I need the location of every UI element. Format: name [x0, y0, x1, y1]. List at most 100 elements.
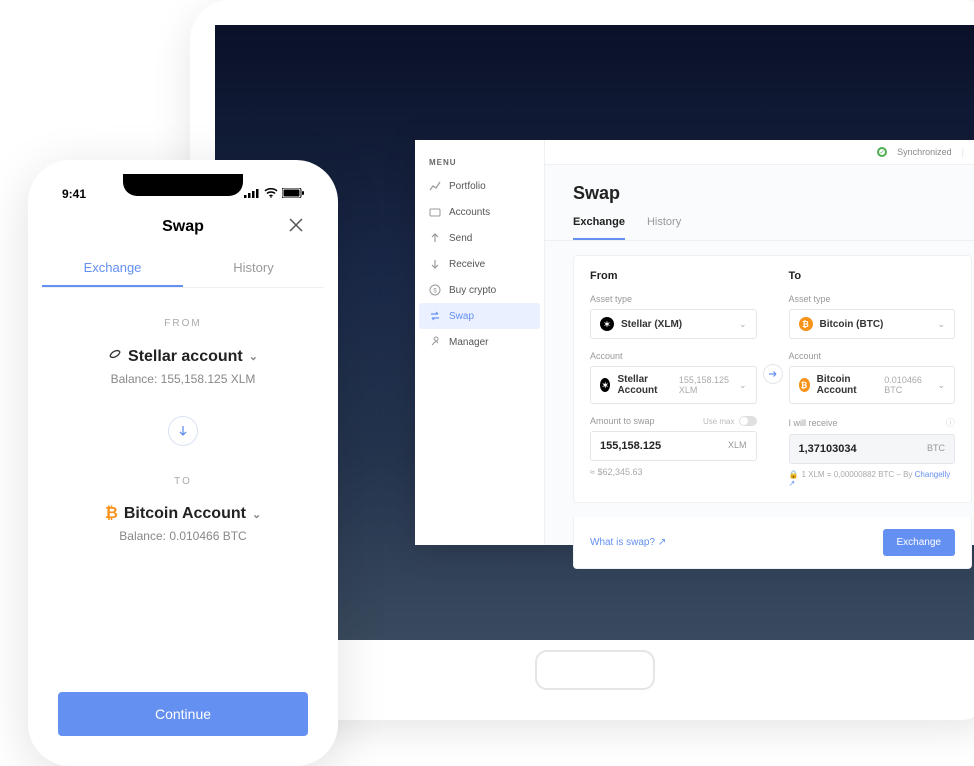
use-max-toggle[interactable]: Use max: [703, 416, 757, 426]
from-amount-unit: XLM: [728, 440, 747, 452]
from-asset-label: Asset type: [590, 294, 757, 304]
exchange-button[interactable]: Exchange: [883, 529, 955, 556]
battery-icon: [282, 187, 304, 201]
bitcoin-icon: ₿: [799, 317, 813, 331]
sync-status: Synchronized: [897, 147, 952, 157]
sidebar: MENU Portfolio Accounts: [415, 140, 545, 545]
sidebar-menu-title: MENU: [415, 148, 544, 173]
close-button[interactable]: [288, 216, 304, 239]
from-account-name: Stellar account: [128, 348, 243, 366]
sidebar-item-label: Manager: [449, 337, 488, 348]
wrench-icon: [429, 336, 441, 348]
phone-tabs: Exchange History: [42, 250, 324, 288]
swap-footer: What is swap? ↗ Exchange: [573, 517, 972, 569]
phone-tab-history[interactable]: History: [183, 250, 324, 287]
main-area: ✓ Synchronized | Swap Exchange History F…: [545, 140, 974, 545]
chevron-down-icon: ⌄: [937, 380, 945, 391]
lock-icon: 🔒: [789, 470, 799, 479]
to-account-selector[interactable]: ₿ Bitcoin Account ⌄: [62, 505, 304, 523]
continue-button[interactable]: Continue: [58, 692, 308, 736]
swap-icon: [429, 310, 441, 322]
chevron-down-icon: ⌄: [739, 319, 747, 330]
to-label: TO: [62, 476, 304, 487]
to-heading: To: [789, 270, 956, 282]
status-time: 9:41: [62, 187, 86, 201]
sync-check-icon: ✓: [877, 147, 887, 157]
topbar: ✓ Synchronized |: [545, 140, 974, 165]
bitcoin-icon: ₿: [105, 505, 118, 523]
sidebar-item-portfolio[interactable]: Portfolio: [415, 173, 544, 199]
from-amount-input[interactable]: 155,158.125 XLM: [590, 431, 757, 461]
to-account-balance: 0.010466 BTC: [884, 375, 930, 395]
stellar-icon: ✶: [600, 317, 614, 331]
swap-divider: [62, 416, 304, 446]
to-balance: Balance: 0.010466 BTC: [62, 529, 304, 543]
chevron-down-icon: ⌄: [249, 350, 258, 363]
receive-unit: BTC: [927, 443, 945, 455]
phone-body: FROM Stellar account ⌄ Balance: 155,158.…: [42, 288, 324, 543]
swap-to-column: To Asset type ₿ Bitcoin (BTC) ⌄ Account …: [773, 256, 972, 502]
from-asset-selector[interactable]: ✶ Stellar (XLM) ⌄: [590, 309, 757, 339]
chevron-down-icon: ⌄: [937, 319, 945, 330]
from-amount-label: Amount to swap: [590, 416, 655, 426]
sidebar-item-receive[interactable]: Receive: [415, 251, 544, 277]
use-max-label: Use max: [703, 417, 735, 426]
receive-icon: [429, 258, 441, 270]
sidebar-item-label: Send: [449, 233, 472, 244]
app-window: MENU Portfolio Accounts: [415, 140, 974, 545]
signal-icon: [244, 187, 260, 201]
from-balance: Balance: 155,158.125 XLM: [62, 372, 304, 386]
from-account-label: Account: [590, 351, 757, 361]
from-account-selector[interactable]: Stellar account ⌄: [62, 347, 304, 366]
receive-label: I will receive: [789, 418, 838, 428]
chevron-down-icon: ⌄: [252, 508, 261, 521]
external-link-icon: ↗: [658, 537, 666, 548]
sidebar-item-send[interactable]: Send: [415, 225, 544, 251]
external-link-icon: ↗: [789, 479, 796, 488]
sidebar-item-buy-crypto[interactable]: $ Buy crypto: [415, 277, 544, 303]
sidebar-item-label: Accounts: [449, 207, 490, 218]
chevron-down-icon: ⌄: [739, 380, 747, 391]
exchange-rate: 🔒1 XLM = 0,00000882 BTC – By Changelly ↗: [789, 470, 956, 488]
info-icon[interactable]: ⓘ: [946, 416, 955, 429]
from-account-value: Stellar Account: [617, 374, 671, 396]
sidebar-item-label: Portfolio: [449, 181, 486, 192]
wifi-icon: [264, 187, 278, 201]
receive-value: 1,37103034: [799, 443, 857, 455]
desktop-tabs: Exchange History: [545, 216, 974, 241]
to-asset-selector[interactable]: ₿ Bitcoin (BTC) ⌄: [789, 309, 956, 339]
from-label: FROM: [62, 318, 304, 329]
to-account-selector[interactable]: ₿ Bitcoin Account 0.010466 BTC ⌄: [789, 366, 956, 404]
phone-device-frame: 9:41 Swap Exchange History: [28, 160, 338, 766]
tab-exchange[interactable]: Exchange: [573, 216, 625, 240]
stellar-icon: ✶: [600, 378, 610, 392]
send-icon: [429, 232, 441, 244]
swap-direction-icon[interactable]: [168, 416, 198, 446]
from-account-selector[interactable]: ✶ Stellar Account 155,158.125 XLM ⌄: [590, 366, 757, 404]
from-asset-value: Stellar (XLM): [621, 319, 682, 330]
from-heading: From: [590, 270, 757, 282]
sidebar-item-label: Receive: [449, 259, 485, 270]
desktop-dock: [535, 650, 655, 690]
to-account-name: Bitcoin Account: [124, 505, 246, 523]
swap-direction-button[interactable]: [763, 364, 783, 384]
sidebar-item-manager[interactable]: Manager: [415, 329, 544, 355]
phone-notch: [123, 174, 243, 196]
usd-equivalent: ≈ $62,345.63: [590, 467, 757, 477]
stellar-icon: [108, 347, 122, 366]
bitcoin-icon: ₿: [799, 378, 810, 392]
swap-panel: From Asset type ✶ Stellar (XLM) ⌄ Accoun…: [573, 255, 972, 503]
divider: |: [962, 147, 964, 157]
sidebar-item-accounts[interactable]: Accounts: [415, 199, 544, 225]
to-asset-label: Asset type: [789, 294, 956, 304]
phone-page-title: Swap: [162, 218, 204, 236]
sidebar-item-label: Swap: [449, 311, 474, 322]
sidebar-item-label: Buy crypto: [449, 285, 496, 296]
changelly-link[interactable]: Changelly: [915, 470, 951, 479]
phone-tab-exchange[interactable]: Exchange: [42, 250, 183, 287]
sidebar-item-swap[interactable]: Swap: [419, 303, 540, 329]
to-account-value: Bitcoin Account: [817, 374, 878, 396]
tab-history[interactable]: History: [647, 216, 681, 240]
what-is-swap-link[interactable]: What is swap? ↗: [590, 537, 666, 548]
to-account-label: Account: [789, 351, 956, 361]
